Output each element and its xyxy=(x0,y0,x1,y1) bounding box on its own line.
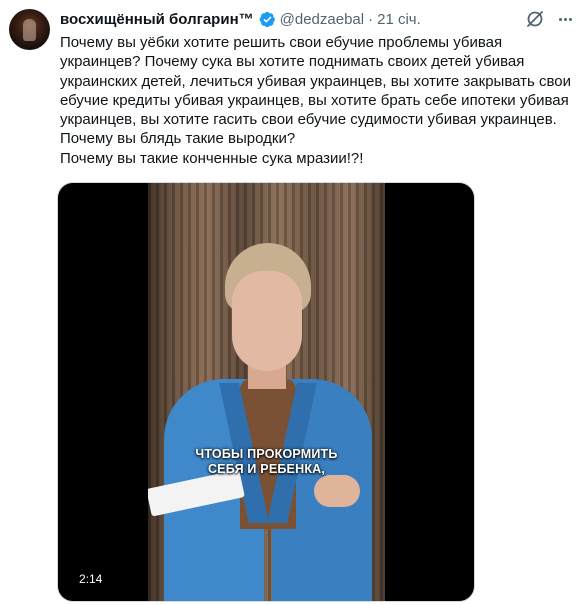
display-name[interactable]: восхищённый болгарин™ xyxy=(60,11,254,28)
video-frame xyxy=(148,183,385,601)
verified-badge-icon xyxy=(259,11,275,27)
tweet-text-line: украинцев, вы хотите гасить свои ебучие … xyxy=(60,111,557,129)
timestamp[interactable]: 21 січ. xyxy=(377,11,421,28)
tweet-text-line: Почему вы такие конченные сука мразии!?! xyxy=(60,149,364,167)
tweet-text: Почему вы уёбки хотите решить свои ебучи… xyxy=(60,33,575,168)
video-caption: ЧТОБЫ ПРОКОРМИТЬ СЕБЯ И РЕБЕНКА, xyxy=(148,447,385,477)
video-caption-line: ЧТОБЫ ПРОКОРМИТЬ xyxy=(195,447,338,461)
grok-icon[interactable] xyxy=(525,9,545,29)
video-caption-line: СЕБЯ И РЕБЕНКА, xyxy=(207,462,326,476)
separator-dot: · xyxy=(368,10,374,28)
tweet-header: восхищённый болгарин™ @dedzaebal · 21 сі… xyxy=(60,9,421,29)
user-avatar[interactable] xyxy=(9,9,50,50)
tweet-text-line: Почему вы уёбки хотите решить свои ебучи… xyxy=(60,34,503,51)
tweet-text-line: ебучие кредиты убивая украинцев, вы хоти… xyxy=(60,91,569,109)
more-icon[interactable] xyxy=(555,9,575,29)
video-duration: 2:14 xyxy=(79,572,103,586)
video-player[interactable]: ЧТОБЫ ПРОКОРМИТЬ СЕБЯ И РЕБЕНКА, 2:14 xyxy=(57,182,475,602)
user-handle[interactable]: @dedzaebal xyxy=(280,11,364,28)
tweet-text-line: украинцев? Почему сука вы хотите поднима… xyxy=(60,53,525,71)
tweet-text-line: Почему вы блядь такие выродки? xyxy=(60,130,296,148)
tweet-text-line: украинских детей, лечиться убивая украин… xyxy=(60,72,572,90)
tweet[interactable]: восхищённый болгарин™ @dedzaebal · 21 сі… xyxy=(0,0,581,605)
